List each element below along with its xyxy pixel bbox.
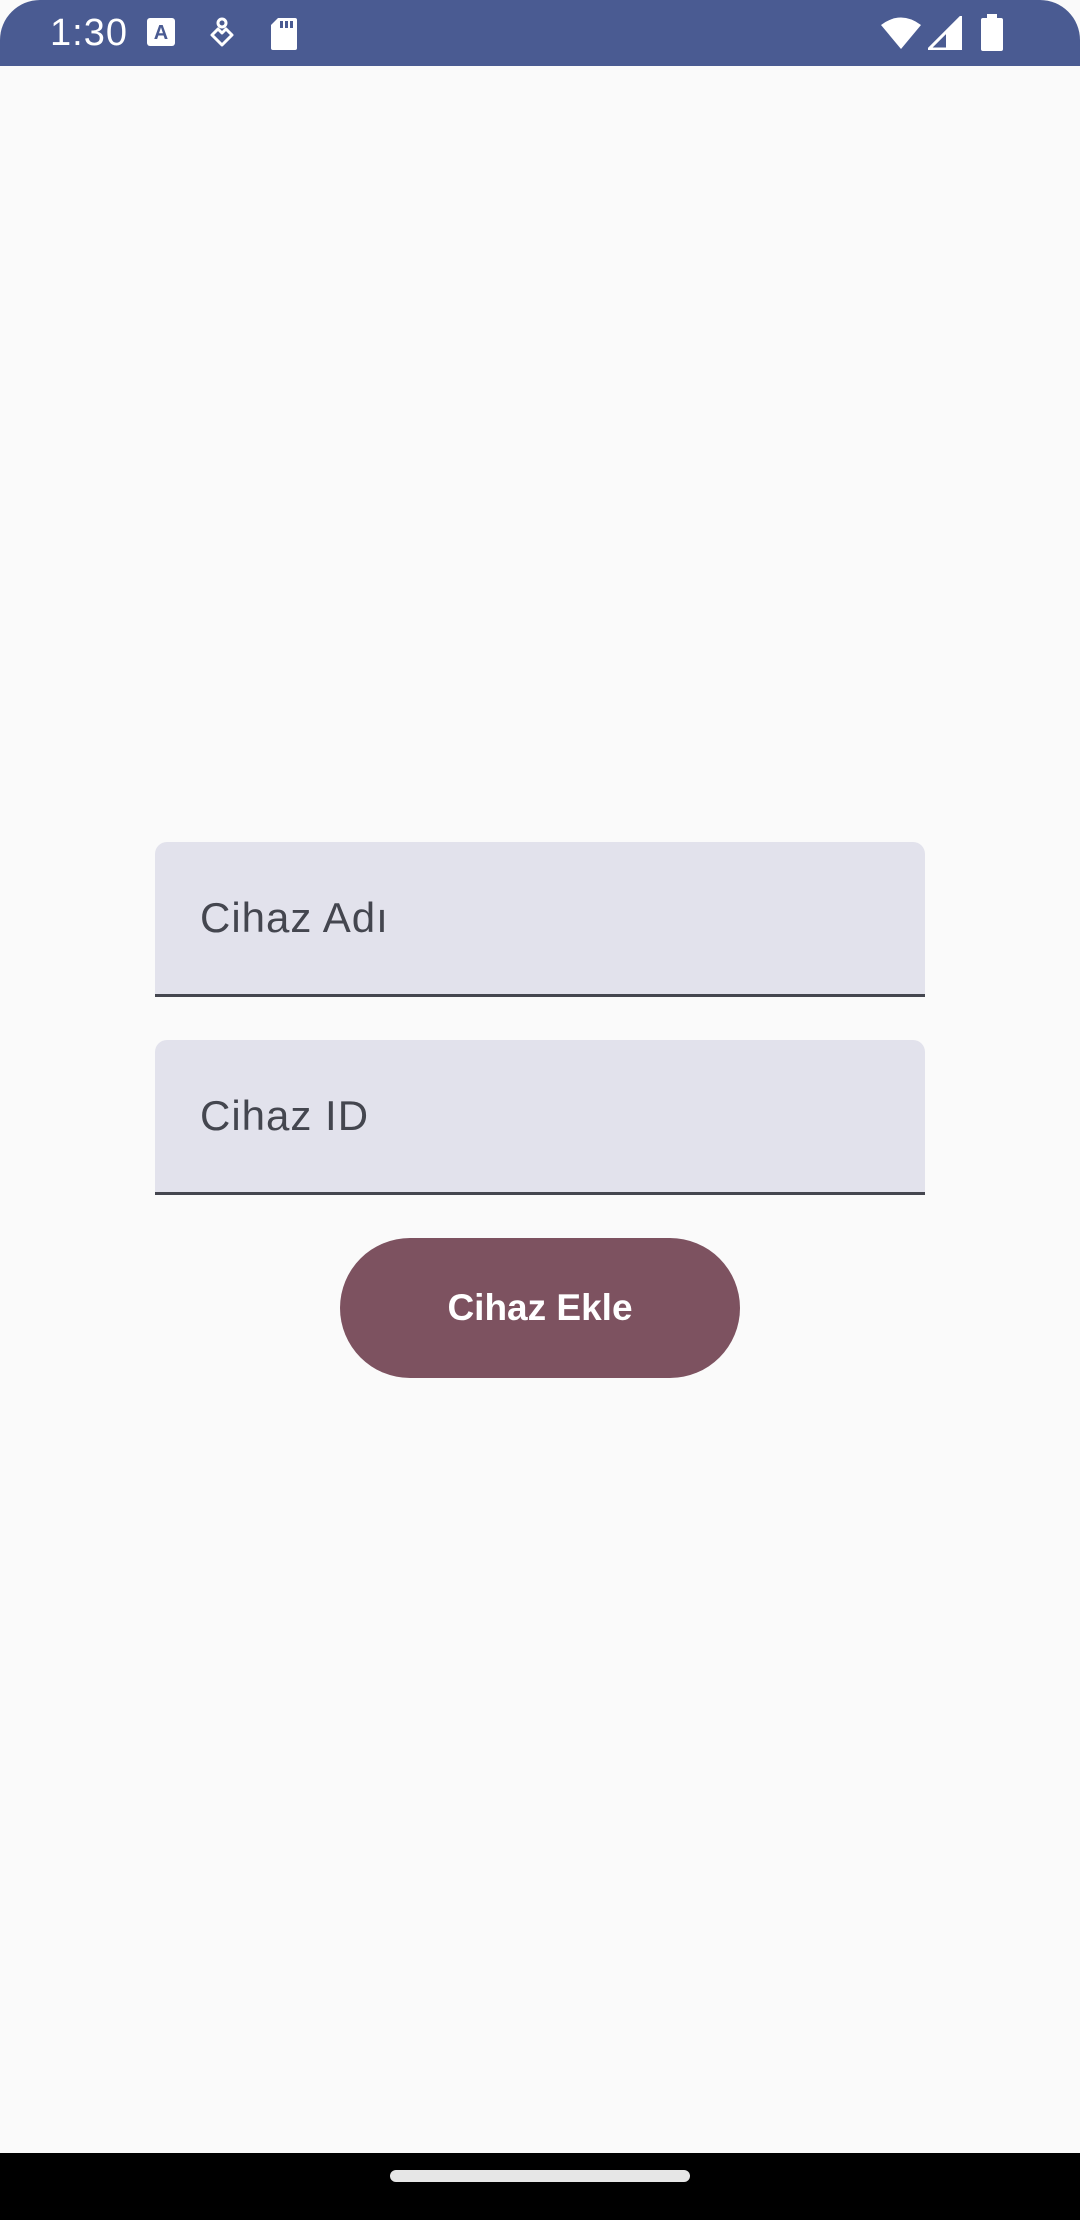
status-bar: 1:30 A [0, 0, 1080, 66]
device-id-field[interactable] [155, 1040, 925, 1195]
home-indicator[interactable] [390, 2170, 690, 2182]
navigation-bar [0, 2153, 1080, 2220]
add-device-button[interactable]: Cihaz Ekle [340, 1238, 740, 1378]
font-a-icon: A [147, 18, 175, 46]
device-name-input[interactable] [155, 842, 925, 994]
signal-icon [928, 16, 962, 50]
wifi-icon [881, 17, 921, 49]
device-name-field[interactable] [155, 842, 925, 997]
add-device-button-label: Cihaz Ekle [447, 1287, 633, 1328]
device-id-input[interactable] [155, 1040, 925, 1192]
accessibility-icon [210, 17, 234, 47]
app-screen: 1:30 A Cihaz Adı Cihaz ID Cihaz Ekle [0, 0, 1080, 2220]
battery-icon [981, 14, 1003, 51]
svg-text:A: A [154, 22, 168, 44]
sd-card-icon [271, 18, 297, 50]
status-time: 1:30 [50, 12, 128, 54]
